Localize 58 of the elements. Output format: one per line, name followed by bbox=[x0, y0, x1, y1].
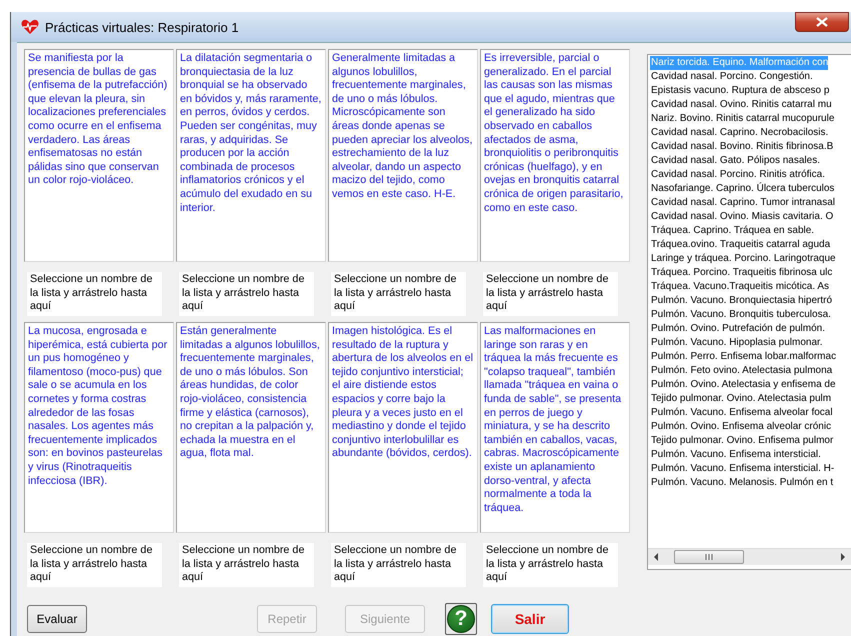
description-box: Están generalmente limitadas a algunos lobulillos, frecuentemente marginales, de uno o más lóbulos. Son áreas hundidas, de color rojo-violáceo, consistencia firme y elástica (carnosos), no crepitan a la palpación y, echada la muestra en el agua, flota mal. bbox=[176, 322, 326, 533]
drop-target[interactable]: Seleccione un nombre de la lista y arrástrelo hasta aquí bbox=[179, 543, 314, 587]
list-item[interactable]: Tejido pulmonar. Ovino. Atelectasia pulm bbox=[650, 392, 832, 406]
list-item[interactable]: Cavidad nasal. Gato. Pólipos nasales. bbox=[650, 154, 820, 168]
list-item[interactable]: Pulmón. Vacuno. Bronquiectasia hipertró bbox=[650, 294, 832, 308]
grip-icon bbox=[704, 554, 714, 560]
list-item[interactable]: Tráquea. Vacuno.Traqueitis micótica. As bbox=[650, 280, 830, 294]
drop-target[interactable]: Seleccione un nombre de la lista y arrástrelo hasta aquí bbox=[179, 272, 314, 316]
list-item[interactable]: Cavidad nasal. Porcino. Congestión. bbox=[650, 70, 813, 84]
scroll-right-icon[interactable] bbox=[839, 553, 847, 561]
list-item[interactable]: Tráquea. Porcino. Traqueitis fibrinosa ulc bbox=[650, 266, 832, 280]
scroll-left-icon[interactable] bbox=[652, 553, 660, 561]
list-item[interactable]: Tejido pulmonar. Ovino. Enfisema pulmor bbox=[650, 434, 834, 448]
list-item[interactable]: Nasofariange. Caprino. Úlcera tuberculos bbox=[650, 182, 834, 196]
description-box: La dilatación segmentaria o bronquiectasia de la luz bronquial se ha observado en bóvidos y, más raramente, en perros, óvidos y cerdos. Pueden ser congénitas, muy raras, y adquiridas. Se producen por la acción combinada de procesos inflamatorios crónicos y el acúmulo del exudado en su interior. bbox=[176, 49, 326, 262]
description-box: Se manifiesta por la presencia de bullas de gas (enfisema de la putrefacción) que elevan la pleura, sin localizaciones preferenciales como ocurre en el enfisema verdadero. Las áreas enfisematosas no están pálidas sino que conservan un color rojo-violáceo. bbox=[24, 49, 174, 262]
description-box: Imagen histológica. Es el resultado de la ruptura y abertura de los alveolos en el tejido conjuntivo intersticial; el aire distiende estos espacios y corre bajo la pleura y a veces justo en el mediastino y donde el tejido conjuntivo interlobulillar es abundante (bóvidos, cerdos). bbox=[328, 322, 478, 533]
list-item[interactable]: Cavidad nasal. Caprino. Tumor intranasal bbox=[650, 196, 835, 210]
list-item[interactable]: Cavidad nasal. Ovino. Rinitis catarral mu bbox=[650, 98, 832, 112]
close-icon bbox=[816, 17, 828, 27]
list-item[interactable]: Pulmón. Perro. Enfisema lobar.malformac bbox=[650, 350, 836, 364]
heart-icon bbox=[21, 19, 39, 35]
list-item[interactable]: Epistasis vacuno. Ruptura de absceso p bbox=[650, 84, 830, 98]
description-box: Generalmente limitadas a algunos lobulillos, frecuentemente marginales, de uno o más lóbulos. Microscópicamente son áreas donde apenas se pueden apreciar los alveolos, estrechamiento de la luz alveolar, dando un aspecto macizo del tejido, como vemos en este caso. H-E. bbox=[328, 49, 478, 262]
list-item[interactable]: Cavidad nasal. Ovino. Miasis cavitaria. O bbox=[650, 210, 834, 224]
list-item[interactable]: Cavidad nasal. Porcino. Rinitis atrófica. bbox=[650, 168, 825, 182]
description-box: Las malformaciones en laringe son raras y en tráquea la más frecuente es "colapso traqueal", también llamada "tráquea en vaina o funda de sable", se presenta en perros de juego y miniatura, y se ha descrito también en caballos, vacas, cabras. Macroscópicamente existe un aplanamiento dorso-ventral, y afecta normalmente a toda la tráquea. bbox=[480, 322, 630, 533]
list-item[interactable]: Pulmón. Ovino. Enfisema alveolar crónic bbox=[650, 420, 832, 434]
drop-target[interactable]: Seleccione un nombre de la lista y arrástrelo hasta aquí bbox=[331, 543, 466, 587]
list-item[interactable]: Laringe y tráquea. Porcino. Laringotraque bbox=[650, 252, 836, 266]
list-item[interactable]: Pulmón. Vacuno. Enfisema intersticial. H- bbox=[650, 462, 834, 476]
drop-target[interactable]: Seleccione un nombre de la lista y arrástrelo hasta aquí bbox=[483, 543, 618, 587]
list-item[interactable]: Tráquea.ovino. Traqueitis catarral aguda bbox=[650, 238, 830, 252]
list-item[interactable]: Pulmón. Vacuno. Hipoplasia pulmonar. bbox=[650, 336, 823, 350]
list-item[interactable]: Nariz. Bovino. Rinitis catarral mucopurule bbox=[650, 112, 834, 126]
list-item[interactable]: Pulmón. Ovino. Putrefación de pulmón. bbox=[650, 322, 825, 336]
list-item[interactable]: Pulmón. Vacuno. Enfisema intersticial. bbox=[650, 448, 821, 462]
exit-button[interactable]: Salir bbox=[491, 604, 569, 634]
window-title: Prácticas virtuales: Respiratorio 1 bbox=[45, 20, 239, 34]
close-button[interactable] bbox=[795, 12, 849, 32]
list-item[interactable]: Pulmón. Ovino. Atelectasia y enfisema de bbox=[650, 378, 836, 392]
horizontal-scrollbar[interactable] bbox=[648, 548, 851, 565]
help-button[interactable]: ? bbox=[445, 603, 477, 635]
list-item[interactable]: Pulmón. Vacuno. Bronquitis tuberculosa. bbox=[650, 308, 831, 322]
list-item[interactable]: Tráquea. Caprino. Tráquea en sable. bbox=[650, 224, 814, 238]
scroll-thumb[interactable] bbox=[674, 550, 744, 564]
list-item[interactable]: Pulmón. Feto ovino. Atelectasia pulmona bbox=[650, 364, 832, 378]
action-button[interactable]: Evaluar bbox=[27, 605, 87, 633]
drop-target[interactable]: Seleccione un nombre de la lista y arrástrelo hasta aquí bbox=[27, 543, 162, 587]
drop-target[interactable]: Seleccione un nombre de la lista y arrástrelo hasta aquí bbox=[483, 272, 618, 316]
list-item[interactable]: Pulmón. Vacuno. Enfisema alveolar focal bbox=[650, 406, 833, 420]
drop-target[interactable]: Seleccione un nombre de la lista y arrástrelo hasta aquí bbox=[27, 272, 162, 316]
drop-target[interactable]: Seleccione un nombre de la lista y arrástrelo hasta aquí bbox=[331, 272, 466, 316]
list-item[interactable]: Cavidad nasal. Caprino. Necrobacilosis. bbox=[650, 126, 828, 140]
description-box: La mucosa, engrosada e hiperémica, está cubierta por un pus homogéneo y filamentoso (moco-pus) que sale o se acumula en los cornetes y forma costras alrededor de las fosas nasales. Los agentes más frecuentemente implicados son: en bovinos pasteurelas y virus (Rinotraqueitis infecciosa (IBR). bbox=[24, 322, 174, 533]
list-item[interactable]: Cavidad nasal. Bovino. Rinitis fibrinosa.B bbox=[650, 140, 834, 154]
list-item[interactable]: Pulmón. Vacuno. Melanosis. Pulmón en t bbox=[650, 476, 834, 490]
description-box: Es irreversible, parcial o generalizado. En el parcial las causas son las mismas que el agudo, mientras que el generalizado ha sido observado en caballos afectados de asma, bronquiolitis o peribronquitis crónicas (huelfago), y en ovejas en bronquitis catarral crónica de origen parasitario, como en este caso. bbox=[480, 49, 630, 262]
